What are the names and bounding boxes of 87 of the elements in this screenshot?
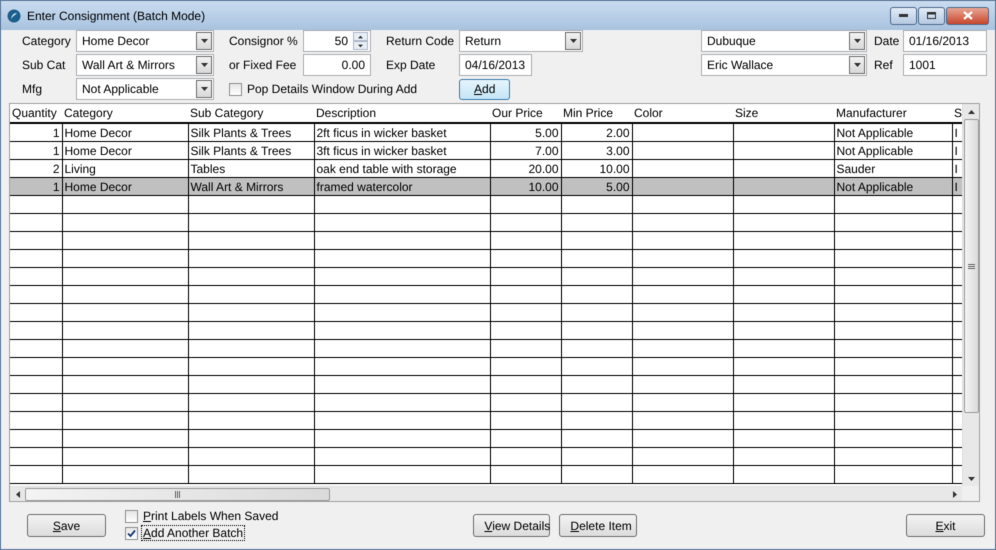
location-dropdown[interactable]: Dubuque [701, 30, 867, 52]
table-cell: Tables [188, 160, 314, 178]
table-cell: Home Decor [62, 178, 188, 196]
date-field[interactable]: 01/16/2013 [903, 30, 987, 52]
return-code-dropdown[interactable]: Return [459, 30, 583, 52]
table-cell: framed watercolor [314, 178, 490, 196]
app-icon [7, 8, 21, 22]
table-cell: 1 [10, 178, 62, 196]
table-cell: Silk Plants & Trees [188, 142, 314, 160]
vertical-scrollbar[interactable] [962, 104, 979, 486]
exit-button[interactable]: Exit [906, 514, 985, 537]
category-label: Category [22, 34, 72, 48]
scroll-right-icon [952, 490, 956, 498]
checkbox[interactable] [125, 510, 138, 522]
spin-down-icon [358, 44, 363, 48]
table-cell: 2ft ficus in wicker basket [314, 123, 490, 142]
table-cell: Sauder [834, 160, 952, 178]
table-cell: 5.00 [490, 123, 561, 142]
delete-item-button[interactable]: Delete Item [559, 514, 638, 537]
table-cell: Home Decor [62, 123, 188, 142]
fixed-fee-label: or Fixed Fee [229, 58, 298, 72]
table-cell: 1 [10, 142, 62, 160]
table-cell: 3.00 [561, 142, 632, 160]
grip-icon [968, 264, 974, 268]
table-cell: 7.00 [490, 142, 561, 160]
spin-up-icon [358, 34, 363, 38]
exp-date-label: Exp Date [386, 58, 436, 72]
maximize-button[interactable] [918, 6, 945, 24]
table-cell: 10.00 [561, 160, 632, 178]
table-cell: Home Decor [62, 142, 188, 160]
checkbox[interactable] [229, 82, 242, 96]
table-cell: 20.00 [490, 160, 561, 178]
fixed-fee-field[interactable]: 0.00 [303, 54, 371, 76]
scrollbar-corner [962, 486, 979, 501]
table-cell: 2 [10, 160, 62, 178]
dropdown-arrow-icon [200, 63, 208, 67]
maximize-icon [927, 12, 936, 19]
checkbox[interactable] [125, 526, 138, 540]
return-code-label: Return Code [386, 34, 456, 48]
checkbox-label: Add Another Batch [142, 526, 244, 540]
consignor-percent-label: Consignor % [229, 34, 299, 48]
sub-cat-dropdown[interactable]: Wall Art & Mirrors [76, 54, 214, 76]
minimize-icon [899, 14, 908, 17]
consignor-dropdown[interactable]: Eric Wallace [701, 54, 867, 76]
table-cell: Living [62, 160, 188, 178]
minimize-button[interactable] [890, 6, 917, 24]
dropdown-arrow-icon [200, 39, 208, 43]
close-icon [962, 11, 972, 20]
table-cell: Wall Art & Mirrors [188, 178, 314, 196]
table-cell: Silk Plants & Trees [188, 123, 314, 142]
close-button[interactable] [946, 6, 989, 24]
table-cell: 3ft ficus in wicker basket [314, 142, 490, 160]
table-cell: 5.00 [561, 178, 632, 196]
scroll-up-icon [968, 110, 974, 114]
category-dropdown[interactable]: Home Decor [76, 30, 214, 52]
ref-label: Ref [874, 58, 894, 72]
dropdown-arrow-icon [200, 87, 208, 91]
scroll-left-icon [16, 490, 20, 498]
table-cell: 1 [10, 123, 62, 142]
consignor-percent-spinner[interactable]: 50 [303, 30, 371, 52]
grip-icon [175, 490, 180, 498]
sub-cat-label: Sub Cat [22, 58, 66, 72]
ref-field[interactable]: 1001 [903, 54, 987, 76]
scroll-down-icon [968, 476, 974, 480]
table-cell: 10.00 [490, 178, 561, 196]
table-cell: oak end table with storage [314, 160, 490, 178]
check-icon [127, 528, 136, 538]
table-cell: Not Applicable [834, 178, 952, 196]
horizontal-scrollbar[interactable] [10, 486, 962, 501]
dropdown-arrow-icon [854, 39, 860, 43]
add-button[interactable]: Add [459, 78, 510, 100]
mfg-dropdown[interactable]: Not Applicable [76, 78, 214, 100]
table-cell: 2.00 [561, 123, 632, 142]
exp-date-field[interactable]: 04/16/2013 [459, 54, 532, 76]
view-details-button[interactable]: View Details [473, 514, 550, 537]
checkbox-label: Pop Details Window During Add [246, 82, 418, 96]
mfg-label: Mfg [22, 82, 44, 96]
scroll-thumb[interactable] [25, 488, 330, 500]
date-label: Date [874, 34, 900, 48]
dropdown-arrow-icon [570, 39, 576, 43]
dropdown-arrow-icon [854, 63, 860, 67]
window-title: Enter Consignment (Batch Mode) [27, 8, 206, 22]
checkbox-label: Print Labels When Saved [142, 509, 280, 523]
table-cell: Not Applicable [834, 142, 952, 160]
save-button[interactable]: Save [27, 514, 106, 537]
scroll-thumb[interactable] [964, 119, 978, 413]
table-cell: Not Applicable [834, 123, 952, 142]
